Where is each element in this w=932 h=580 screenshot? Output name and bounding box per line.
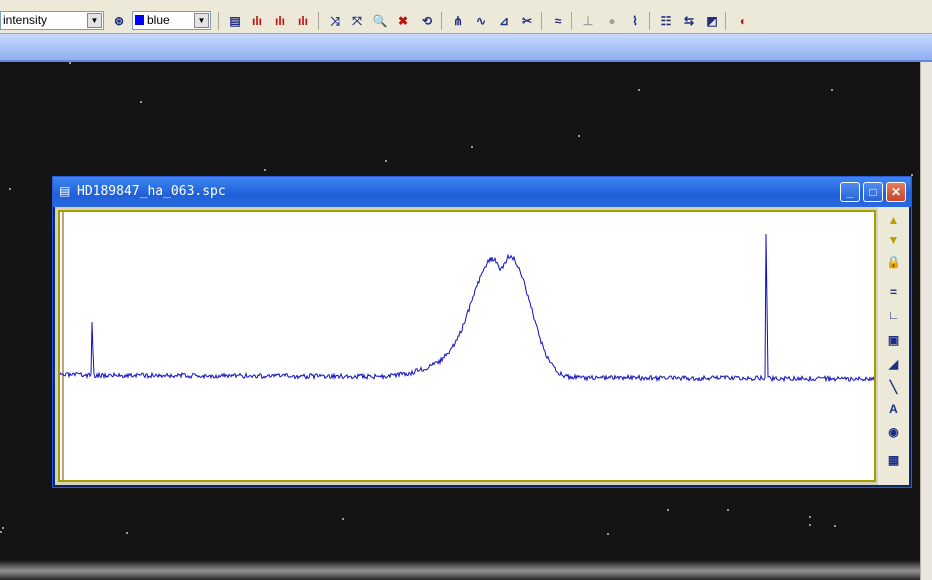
drop-icon[interactable]: ● [603,12,621,30]
window-title: HD189847_ha_063.spc [77,184,226,199]
crop-icon[interactable]: ✂ [518,12,536,30]
toolbar-separator [318,12,319,30]
color-swatch [135,15,144,25]
table-icon[interactable]: ☷ [657,12,675,30]
arrow-down-icon[interactable]: ▼ [884,231,903,250]
star [834,525,836,527]
star [342,518,344,520]
minimize-button[interactable]: _ [840,182,860,202]
star [471,146,473,148]
plot-tools-sidebar: ▲ ▼ 🔒 = ∟ ▣ ◢ ╲ A ◉ ▦ [878,207,909,485]
calib-icon[interactable]: ⋔ [449,12,467,30]
color-picker-icon[interactable]: ⊛ [110,12,128,30]
continuum-icon[interactable]: ≈ [549,12,567,30]
axes-icon[interactable]: ∟ [884,306,903,325]
line-tool-icon[interactable]: ╲ [884,378,903,397]
split-icon[interactable]: ◖ [733,12,751,30]
arrow-up-icon[interactable]: ▲ [884,211,903,230]
toolbar-separator [218,12,219,30]
star [2,527,4,529]
close-button[interactable]: ✕ [886,182,906,202]
smooth-icon[interactable]: ∿ [472,12,490,30]
peaks-red-icon[interactable]: ılı [248,12,266,30]
frame-icon[interactable]: ▣ [884,331,903,350]
display-mode-select[interactable]: intensity ▼ [0,11,104,30]
compare-icon[interactable]: ⇆ [680,12,698,30]
toolbar-separator [649,12,650,30]
spectrum-line [60,233,874,383]
spikes-icon[interactable]: ⊥ [579,12,597,30]
toolbar-separator [725,12,726,30]
display-mode-value: intensity [3,13,48,27]
line-color-display: blue [135,12,170,29]
peaks-red2-icon[interactable]: ılı [271,12,289,30]
chevron-down-icon[interactable]: ▼ [194,13,209,28]
star [69,62,71,64]
refresh-view-icon[interactable]: ⟲ [418,12,436,30]
line-color-value: blue [147,13,170,27]
star [809,524,811,526]
spectrum-plot[interactable] [58,210,876,482]
star [9,188,11,190]
spectrum-chart [60,212,874,480]
star [126,532,128,534]
spectrum-streak [0,560,920,580]
equals-icon[interactable]: = [884,283,903,302]
star [607,533,609,535]
graph-icon[interactable]: ◩ [703,12,721,30]
mdi-frame-bar [0,34,932,62]
fit-x-icon[interactable]: ⤨ [326,12,344,30]
zoom-reset-icon[interactable]: ✖ [394,12,412,30]
camera-icon[interactable]: ◉ [884,423,903,442]
toolbar-separator [571,12,572,30]
fit-y-icon[interactable]: ⤧ [348,12,366,30]
document-icon: ▤ [59,184,71,198]
toolbar-separator [541,12,542,30]
measure-icon[interactable]: ⌇ [626,12,644,30]
vertical-scrollbar[interactable] [920,62,932,580]
star [140,101,142,103]
normalize-icon[interactable]: ⊿ [495,12,513,30]
chevron-down-icon[interactable]: ▼ [87,13,102,28]
star [831,89,833,91]
main-toolbar: intensity ▼ ⊛ blue ▼ ▤ ılı ılı ılı ⤨ ⤧ 🔍 ✖ ⟲ ⋔ ∿ ⊿ ✂… [0,0,932,34]
window-client: ▲ ▼ 🔒 = ∟ ▣ ◢ ╲ A ◉ ▦ [55,207,909,485]
star [638,89,640,91]
line-color-select[interactable]: blue ▼ [132,11,211,30]
star [264,169,266,171]
star [727,509,729,511]
rainbow-icon[interactable]: ▦ [884,451,903,470]
hatch-icon[interactable]: ◢ [884,355,903,374]
spectrum-view-icon[interactable]: ▤ [226,12,244,30]
spectrum-window: ▤ HD189847_ha_063.spc _ □ ✕ ▲ ▼ 🔒 = ∟ ▣ ◢ ╲ A ◉ ▦ [52,176,912,488]
toolbar-separator [441,12,442,30]
window-titlebar[interactable]: ▤ HD189847_ha_063.spc _ □ ✕ [53,177,911,207]
star [667,509,669,511]
lock-icon[interactable]: 🔒 [884,253,903,272]
zoom-icon[interactable]: 🔍 [371,12,389,30]
star [0,531,2,533]
star [809,516,811,518]
text-tool-icon[interactable]: A [884,400,903,419]
maximize-button[interactable]: □ [863,182,883,202]
peaks-red3-icon[interactable]: ılı [294,12,312,30]
star [385,160,387,162]
star [578,135,580,137]
